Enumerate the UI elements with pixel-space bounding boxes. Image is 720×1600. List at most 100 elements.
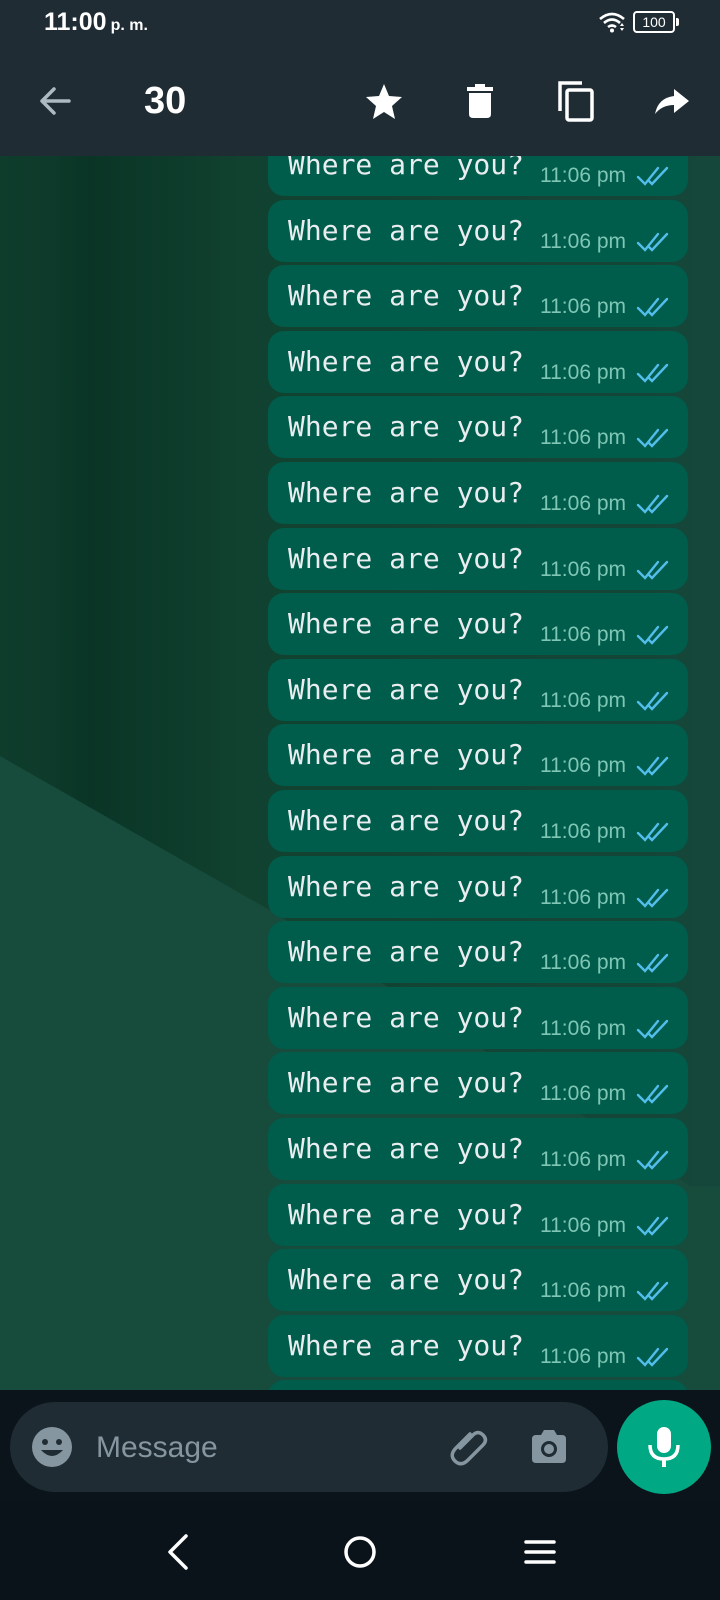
message-time: 11:06 pm <box>540 754 626 778</box>
message-bubble[interactable]: Where are you?11:06 pm <box>268 156 688 196</box>
selection-action-bar: 30 <box>0 46 720 156</box>
message-text: Where are you? <box>288 1197 525 1231</box>
read-receipt-icon <box>636 166 669 186</box>
read-receipt-icon <box>636 429 669 449</box>
read-receipt-icon <box>636 232 669 252</box>
delete-icon <box>467 84 493 118</box>
message-text: Where are you? <box>288 344 525 378</box>
attach-icon[interactable] <box>446 1424 492 1470</box>
message-bubble[interactable]: Where are you?11:06 pm <box>268 1314 688 1377</box>
nav-back-icon[interactable] <box>158 1530 202 1574</box>
message-bubble[interactable]: Where are you? 11:06 pm <box>268 1118 688 1180</box>
message-time: 11:06 pm <box>540 688 626 712</box>
message-field[interactable]: Message <box>10 1402 608 1492</box>
message-time: 11:06 pm <box>540 229 626 253</box>
status-ampm: p. m. <box>110 17 148 34</box>
read-receipt-icon <box>636 297 669 317</box>
message-time: 11:06 pm <box>540 1148 626 1171</box>
message-bubble[interactable]: Where are you? 11:06 pm <box>268 1183 688 1246</box>
message-bubble[interactable]: Where are you? 11:06 pm <box>268 658 688 721</box>
message-time: 11:06 pm <box>540 623 626 647</box>
chat-area[interactable]: Where are you? 11:06 pm Where are you? 11:0… <box>0 156 720 1390</box>
mic-button[interactable] <box>617 1400 711 1494</box>
forward-icon <box>655 89 689 114</box>
message-text: Where are you? <box>288 541 525 575</box>
message-bubble[interactable]: Where are you? 11:06 pm <box>268 1249 688 1312</box>
nav-recents-icon[interactable] <box>518 1530 562 1574</box>
status-time: 11:00 p. m. <box>44 8 148 36</box>
emoji-icon[interactable] <box>30 1425 74 1469</box>
message-time: 11:06 pm <box>540 1082 626 1106</box>
message-text: Where are you? <box>288 672 525 706</box>
message-time: 11:06 pm <box>540 492 626 515</box>
message-text: Where are you? <box>288 1132 525 1165</box>
message-bubble[interactable]: Where are you? 11:06 pm <box>268 330 688 393</box>
message-bubble[interactable]: Where are you? 11:06 pm <box>268 790 688 852</box>
read-receipt-icon <box>636 691 669 711</box>
message-text: Where are you? <box>288 1000 525 1034</box>
message-text: Where are you? <box>288 1263 525 1297</box>
message-text: Where are you? <box>288 476 525 509</box>
copy-button[interactable] <box>551 76 601 126</box>
star-button[interactable] <box>359 76 409 126</box>
message-text: Where are you? <box>288 607 525 641</box>
message-text: Where are you? <box>288 935 525 969</box>
back-button[interactable] <box>30 76 80 126</box>
read-receipt-icon <box>636 1347 669 1367</box>
read-receipt-icon <box>636 1281 669 1301</box>
read-receipt-icon <box>636 822 669 842</box>
read-receipt-icon <box>636 494 669 514</box>
message-time: 11:06 pm <box>540 820 626 843</box>
message-time: 11:06 pm <box>540 164 626 187</box>
message-text: Where are you? <box>288 738 525 772</box>
read-receipt-icon <box>636 757 669 777</box>
message-time: 11:06 pm <box>540 557 626 581</box>
read-receipt-icon <box>636 1216 669 1236</box>
read-receipt-icon <box>636 888 669 908</box>
read-receipt-icon <box>636 1019 669 1039</box>
message-time: 11:06 pm <box>540 1344 626 1368</box>
message-time: 11:06 pm <box>540 951 626 975</box>
star-icon <box>366 84 402 119</box>
message-bubble[interactable]: Where are you?11:06 pm <box>268 855 688 918</box>
delete-button[interactable] <box>455 76 505 126</box>
wifi-icon <box>599 12 625 33</box>
nav-home-icon[interactable] <box>338 1530 382 1574</box>
message-bubble[interactable]: Where are you? 11:06 pm <box>268 527 688 590</box>
read-receipt-icon <box>636 953 669 973</box>
back-arrow-icon <box>40 87 71 115</box>
camera-icon[interactable] <box>526 1424 572 1470</box>
message-bubble[interactable]: Where are you? 11:06 pm <box>268 1052 688 1115</box>
copy-icon <box>558 81 594 122</box>
message-bubble[interactable]: Where are you? 11:06 pm <box>268 199 688 262</box>
message-input[interactable]: Message <box>96 1431 218 1465</box>
read-receipt-icon <box>636 1150 669 1170</box>
message-time: 11:06 pm <box>540 1016 626 1040</box>
message-text: Where are you? <box>288 1066 525 1100</box>
message-bubble[interactable]: Where are you? 11:06 pm <box>268 724 688 787</box>
read-receipt-icon <box>636 625 669 645</box>
system-navigation-bar <box>0 1502 720 1600</box>
message-text: Where are you? <box>288 410 525 444</box>
message-text: Where are you? <box>288 869 525 903</box>
mic-icon <box>648 1427 680 1467</box>
message-time: 11:06 pm <box>540 360 626 384</box>
message-bubble[interactable]: Where are you? 11:06 pm <box>268 593 688 656</box>
message-bubble[interactable]: Where are you?11:06 pm <box>268 1380 688 1390</box>
message-text: Where are you? <box>288 213 525 247</box>
read-receipt-icon <box>636 363 669 383</box>
read-receipt-icon <box>636 1085 669 1105</box>
message-time: 11:06 pm <box>540 1279 626 1303</box>
battery-indicator: 100 <box>633 11 679 33</box>
message-bubble[interactable]: Where are you?11:06 pm <box>268 265 688 328</box>
message-time: 11:06 pm <box>540 426 626 450</box>
forward-button[interactable] <box>647 76 697 126</box>
message-text: Where are you? <box>288 804 525 837</box>
message-bubble[interactable]: Where are you? 11:06 pm <box>268 462 688 524</box>
message-time: 11:06 pm <box>540 1213 626 1237</box>
selected-count: 30 <box>144 80 187 122</box>
message-bubble[interactable]: Where are you? 11:06 pm <box>268 396 688 459</box>
message-bubble[interactable]: Where are you? 11:06 pm <box>268 921 688 984</box>
read-receipt-icon <box>636 560 669 580</box>
message-bubble[interactable]: Where are you? 11:06 pm <box>268 986 688 1049</box>
